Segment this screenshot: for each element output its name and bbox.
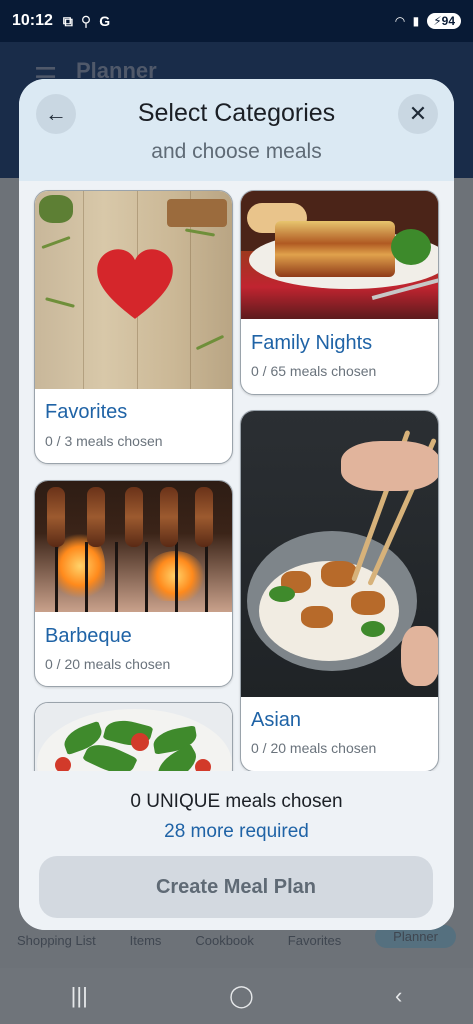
category-card-barbeque[interactable]: Barbeque 0 / 20 meals chosen	[34, 480, 233, 687]
category-card-asian[interactable]: Asian 0 / 20 meals chosen	[240, 410, 439, 771]
modal-subtitle: and choose meals	[151, 140, 322, 163]
category-count-barbeque: 0 / 20 meals chosen	[45, 656, 171, 672]
barbeque-image	[35, 481, 232, 612]
back-nav-icon[interactable]: ‹	[395, 983, 402, 1009]
salad-image	[35, 703, 232, 771]
screenshot-icon: ⧉	[62, 12, 73, 29]
select-categories-modal: ← Select Categories and choose meals ✕ F…	[19, 79, 454, 930]
meals-required-text: 28 more required	[164, 821, 309, 842]
wifi-6e-icon: ◠	[395, 14, 405, 28]
status-bar: 10:12 ⧉ ⚲ G ◠ ▮ ⚡94	[0, 0, 473, 42]
category-name-asian: Asian	[251, 709, 302, 731]
home-icon[interactable]: ◯	[229, 983, 254, 1009]
system-nav-bar: ||| ◯ ‹	[0, 968, 473, 1024]
favorites-image	[35, 191, 232, 389]
close-icon: ✕	[408, 101, 428, 126]
category-card-salad[interactable]	[34, 702, 233, 771]
category-count-asian: 0 / 20 meals chosen	[251, 740, 377, 756]
close-button[interactable]: ✕	[398, 94, 438, 134]
modal-footer: 0 UNIQUE meals chosen 28 more required C…	[19, 771, 454, 930]
bottom-nav-favorites: Favorites	[287, 933, 342, 948]
unique-meals-summary: 0 UNIQUE meals chosen	[130, 791, 343, 812]
category-name-favorites: Favorites	[45, 401, 128, 423]
heart-icon	[97, 249, 173, 319]
category-count-favorites: 0 / 3 meals chosen	[45, 433, 163, 449]
signal-icon: ▮	[412, 14, 420, 28]
create-meal-plan-button[interactable]: Create Meal Plan	[39, 856, 433, 918]
category-card-favorites[interactable]: Favorites 0 / 3 meals chosen	[34, 190, 233, 464]
bottom-nav-items: Items	[129, 933, 162, 948]
usb-icon: ⚲	[80, 12, 92, 29]
google-icon: G	[99, 13, 111, 29]
battery-indicator: ⚡94	[427, 13, 461, 29]
category-grid[interactable]: Favorites 0 / 3 meals chosen Family Nigh…	[19, 181, 454, 771]
bottom-nav-shopping-list: Shopping List	[16, 933, 96, 948]
category-name-barbeque: Barbeque	[45, 625, 132, 647]
category-card-family-nights[interactable]: Family Nights 0 / 65 meals chosen	[240, 190, 439, 395]
asian-image	[241, 411, 438, 697]
recent-apps-icon[interactable]: |||	[71, 983, 88, 1009]
modal-title: Select Categories	[137, 99, 336, 127]
modal-header: ← Select Categories and choose meals ✕	[19, 79, 454, 181]
category-name-family-nights: Family Nights	[251, 332, 373, 354]
status-time: 10:12	[12, 12, 53, 29]
family-nights-image	[241, 191, 438, 319]
bottom-nav-cookbook: Cookbook	[195, 933, 254, 948]
category-count-family-nights: 0 / 65 meals chosen	[251, 363, 377, 379]
